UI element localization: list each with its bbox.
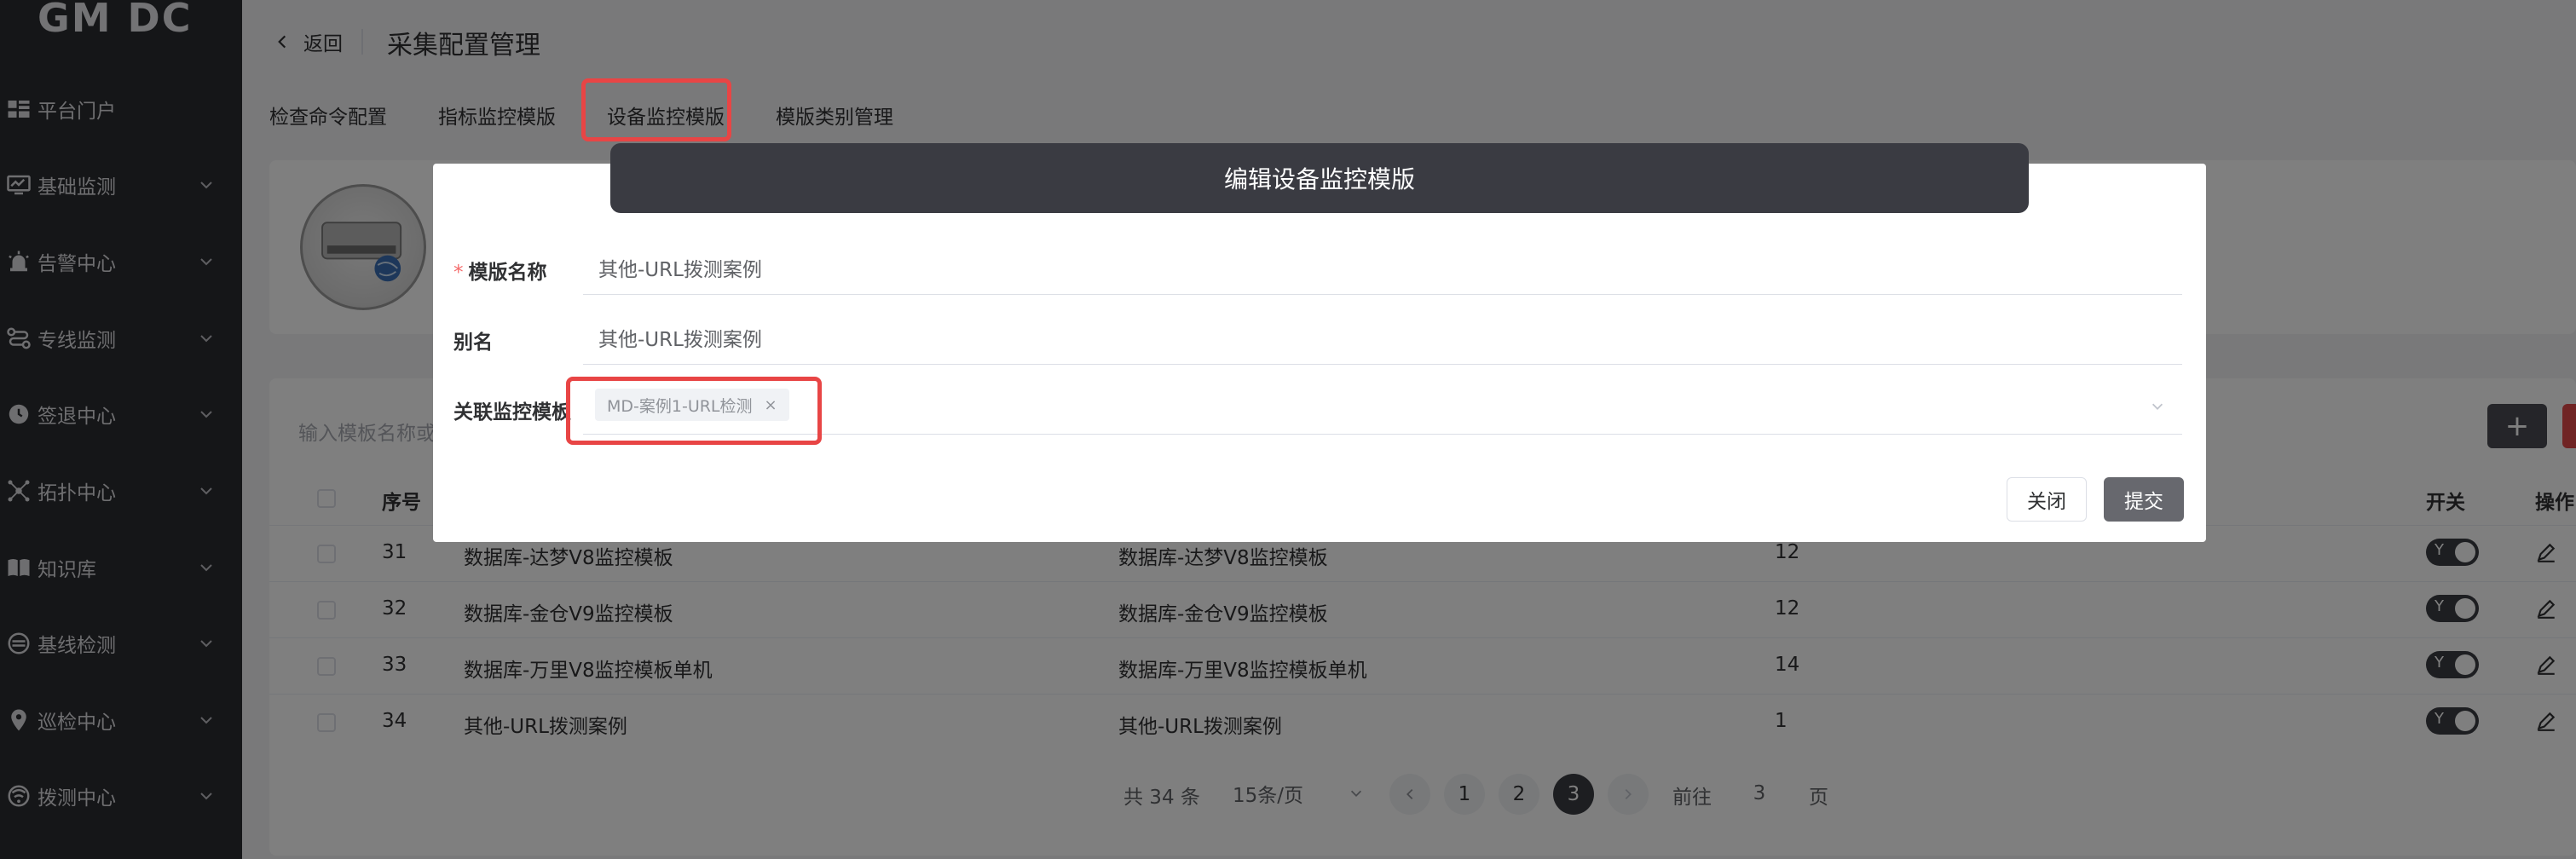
active-tab-highlight [581,78,731,141]
alias-field[interactable]: 其他-URL拨测案例 [583,310,2182,365]
name-field-label: * 模版名称 [453,262,547,284]
chevron-down-icon[interactable] [2150,399,2165,414]
alias-field-label: 别名 [453,331,493,354]
submit-button[interactable]: 提交 [2104,477,2184,522]
edit-template-dialog: * 模版名称 其他-URL拨测案例 别名 其他-URL拨测案例 关联监控模板 MD… [433,164,2206,542]
close-button[interactable]: 关闭 [2007,477,2087,522]
linked-template-label: 关联监控模板 [453,401,571,424]
tag-highlight-box [566,377,822,445]
name-field[interactable]: 其他-URL拨测案例 [583,240,2182,295]
linked-template-select[interactable] [583,380,2182,435]
name-label-text: 模版名称 [468,262,547,284]
dialog-title: 编辑设备监控模版 [610,143,2029,213]
